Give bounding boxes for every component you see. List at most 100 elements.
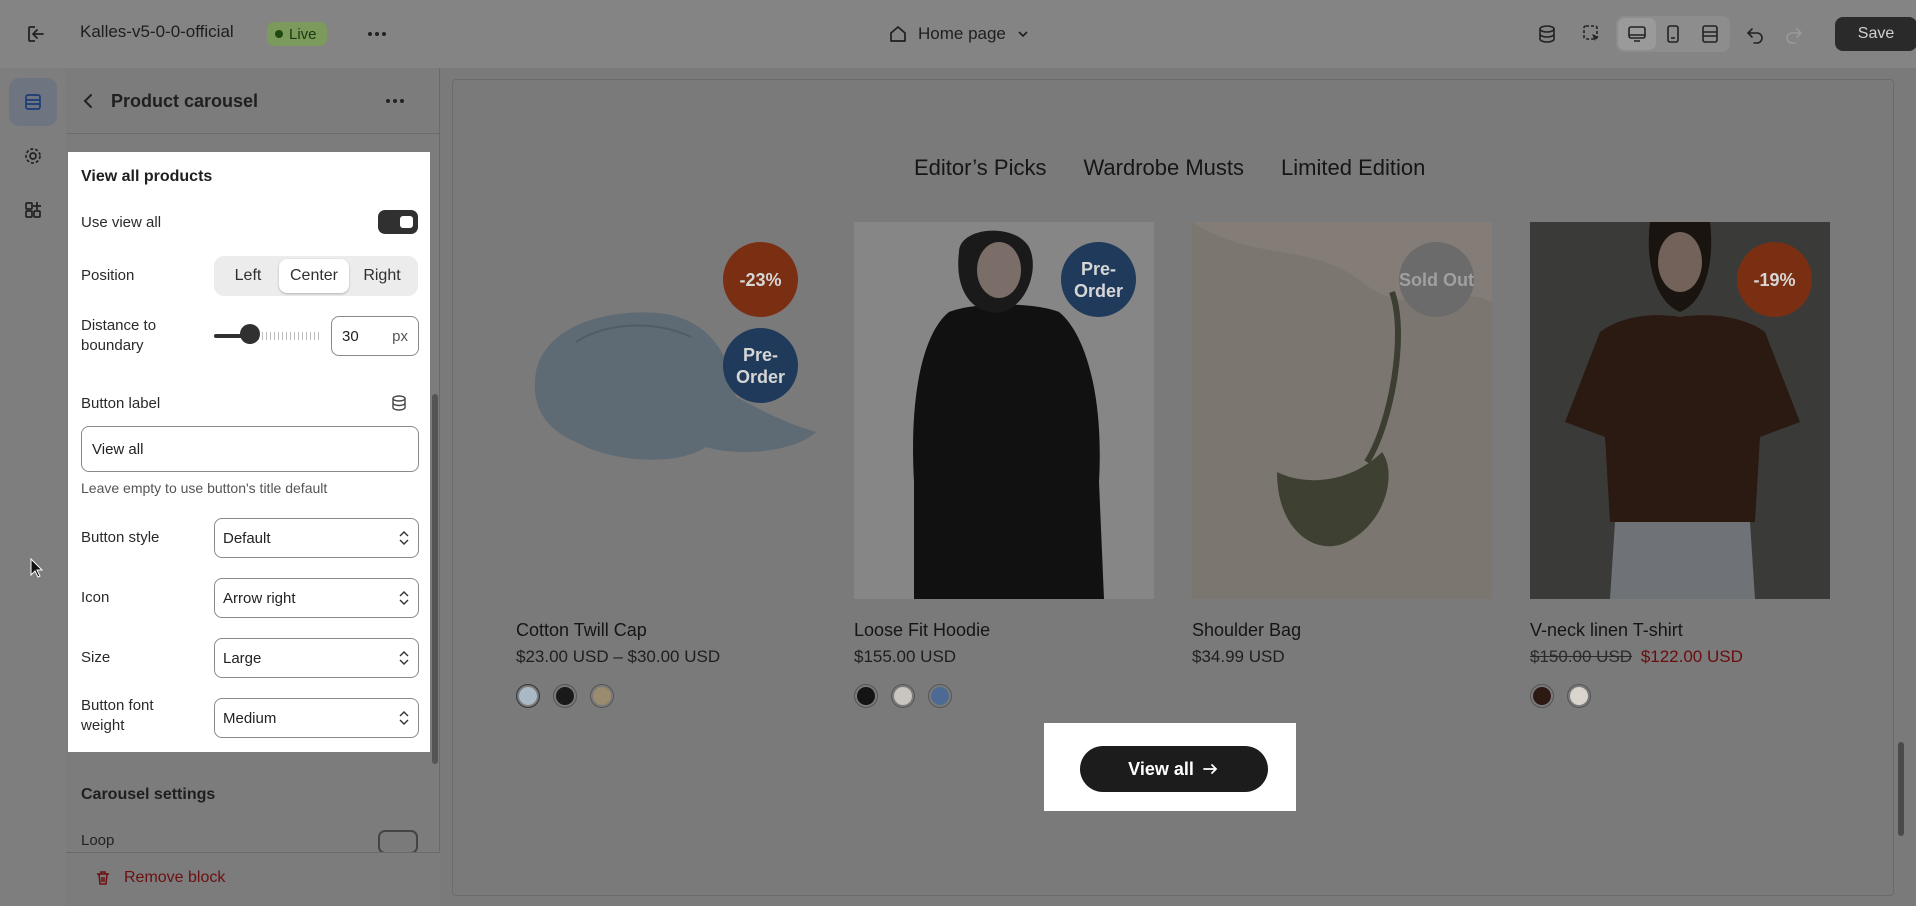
page-selector[interactable]: Home page — [888, 20, 1030, 48]
fullscreen-view-icon[interactable] — [1696, 20, 1724, 48]
product-card[interactable]: -19% V-neck linen T-shirt $150.00 USD $1… — [1530, 222, 1830, 708]
color-swatch[interactable] — [854, 684, 878, 708]
position-right-button[interactable]: Right — [349, 259, 415, 293]
icon-select[interactable]: Arrow right — [214, 578, 419, 618]
icon-label: Icon — [81, 589, 110, 606]
view-all-button[interactable]: View all — [1080, 746, 1268, 792]
database-icon[interactable] — [1533, 20, 1561, 48]
product-image[interactable]: Sold Out — [1192, 222, 1492, 599]
position-segmented-control: Left Center Right — [214, 256, 418, 296]
color-swatch[interactable] — [553, 684, 577, 708]
font-weight-value: Medium — [223, 709, 277, 727]
product-price: $155.00 USD — [854, 647, 957, 666]
distance-input[interactable]: 30 px — [331, 316, 419, 356]
position-left-button[interactable]: Left — [217, 259, 279, 293]
tab-editors-picks[interactable]: Editor’s Picks — [914, 155, 1046, 181]
button-label-input[interactable]: View all — [81, 426, 419, 472]
product-title[interactable]: Loose Fit Hoodie — [854, 620, 990, 641]
top-bar: Kalles-v5-0-0-official Live Home page Sa… — [0, 0, 1916, 68]
save-button[interactable]: Save — [1835, 17, 1916, 51]
sidebar-footer: Remove block — [66, 852, 440, 906]
color-swatch[interactable] — [928, 684, 952, 708]
sale-badge: -23% — [723, 242, 798, 317]
settings-gear-icon[interactable] — [9, 132, 57, 180]
sale-price: $122.00 USD — [1640, 647, 1743, 666]
font-weight-select[interactable]: Medium — [214, 698, 419, 738]
distance-slider-thumb[interactable] — [240, 324, 260, 344]
view-all-highlight: View all — [1044, 723, 1296, 811]
preorder-badge: Pre-Order — [1061, 242, 1136, 317]
product-image[interactable]: -23% Pre-Order — [516, 222, 816, 599]
button-style-label: Button style — [81, 529, 160, 546]
more-options-icon[interactable] — [364, 21, 390, 47]
color-swatch[interactable] — [1530, 684, 1554, 708]
distance-slider[interactable] — [214, 332, 322, 340]
distance-value: 30 — [342, 327, 359, 345]
size-select[interactable]: Large — [214, 638, 419, 678]
redo-icon[interactable] — [1780, 20, 1808, 48]
remove-block-label: Remove block — [124, 869, 226, 886]
remove-block-button[interactable]: Remove block — [94, 869, 225, 887]
left-rail — [0, 68, 66, 906]
apps-icon[interactable] — [9, 186, 57, 234]
color-swatch[interactable] — [891, 684, 915, 708]
product-image[interactable]: Pre-Order — [854, 222, 1154, 599]
carousel-settings-heading: Carousel settings — [81, 786, 216, 803]
sold-out-badge: Sold Out — [1399, 242, 1474, 317]
position-label: Position — [81, 267, 135, 284]
exit-icon[interactable] — [22, 20, 50, 48]
color-swatch[interactable] — [516, 684, 540, 708]
sale-badge: -19% — [1737, 242, 1812, 317]
distance-unit: px — [392, 327, 408, 345]
button-label-help: Leave empty to use button's title defaul… — [81, 480, 328, 496]
sidebar-scrollbar[interactable] — [432, 394, 438, 764]
select-chevron-icon — [399, 591, 409, 605]
trash-icon — [97, 871, 109, 885]
view-all-settings-panel: View all products Use view all Position … — [68, 152, 430, 752]
select-chevron-icon — [399, 651, 409, 665]
back-arrow-icon[interactable] — [78, 90, 100, 112]
product-title[interactable]: Shoulder Bag — [1192, 620, 1301, 641]
font-weight-label: Button font weight — [81, 697, 154, 734]
position-center-button[interactable]: Center — [279, 259, 349, 293]
color-swatch[interactable] — [590, 684, 614, 708]
product-title[interactable]: Cotton Twill Cap — [516, 620, 647, 641]
product-price: $23.00 USD – $30.00 USD — [516, 647, 721, 666]
home-icon — [890, 26, 906, 42]
icon-value: Arrow right — [223, 589, 296, 607]
mobile-view-icon[interactable] — [1659, 20, 1687, 48]
sections-icon[interactable] — [9, 78, 57, 126]
dynamic-source-icon[interactable] — [390, 394, 408, 412]
inspector-icon[interactable] — [1578, 20, 1606, 48]
product-price: $34.99 USD — [1192, 647, 1285, 666]
product-card[interactable]: -23% Pre-Order Cotton Twill Cap $23.00 U… — [516, 222, 816, 708]
loop-toggle[interactable] — [378, 830, 418, 854]
preview-scrollbar[interactable] — [1898, 742, 1904, 836]
button-style-select[interactable]: Default — [214, 518, 419, 558]
slider-ticks — [254, 332, 322, 340]
product-card[interactable]: Sold Out Shoulder Bag $34.99 USD — [1192, 222, 1492, 666]
color-swatches — [854, 684, 952, 708]
button-label-label: Button label — [81, 395, 161, 412]
live-status-label: Live — [289, 25, 317, 43]
product-title[interactable]: V-neck linen T-shirt — [1530, 620, 1683, 641]
store-name: Kalles-v5-0-0-official — [80, 22, 234, 41]
tab-limited-edition[interactable]: Limited Edition — [1281, 155, 1425, 181]
color-swatches — [516, 684, 614, 708]
use-view-all-label: Use view all — [81, 214, 162, 231]
sidebar-title: Product carousel — [111, 91, 259, 111]
panel-heading: View all products — [81, 168, 213, 185]
tab-wardrobe-musts[interactable]: Wardrobe Musts — [1083, 155, 1244, 181]
original-price: $150.00 USD — [1530, 647, 1633, 666]
use-view-all-toggle[interactable] — [378, 210, 418, 234]
color-swatch[interactable] — [1567, 684, 1591, 708]
select-chevron-icon — [399, 531, 409, 545]
loop-label: Loop — [81, 832, 115, 849]
undo-icon[interactable] — [1741, 20, 1769, 48]
product-card[interactable]: Pre-Order Loose Fit Hoodie $155.00 USD — [854, 222, 1154, 708]
product-image[interactable]: -19% — [1530, 222, 1830, 599]
size-label: Size — [81, 649, 111, 666]
block-more-options-icon[interactable] — [382, 90, 408, 112]
sidebar-header: Product carousel — [66, 68, 440, 134]
desktop-view-icon[interactable] — [1623, 20, 1651, 48]
